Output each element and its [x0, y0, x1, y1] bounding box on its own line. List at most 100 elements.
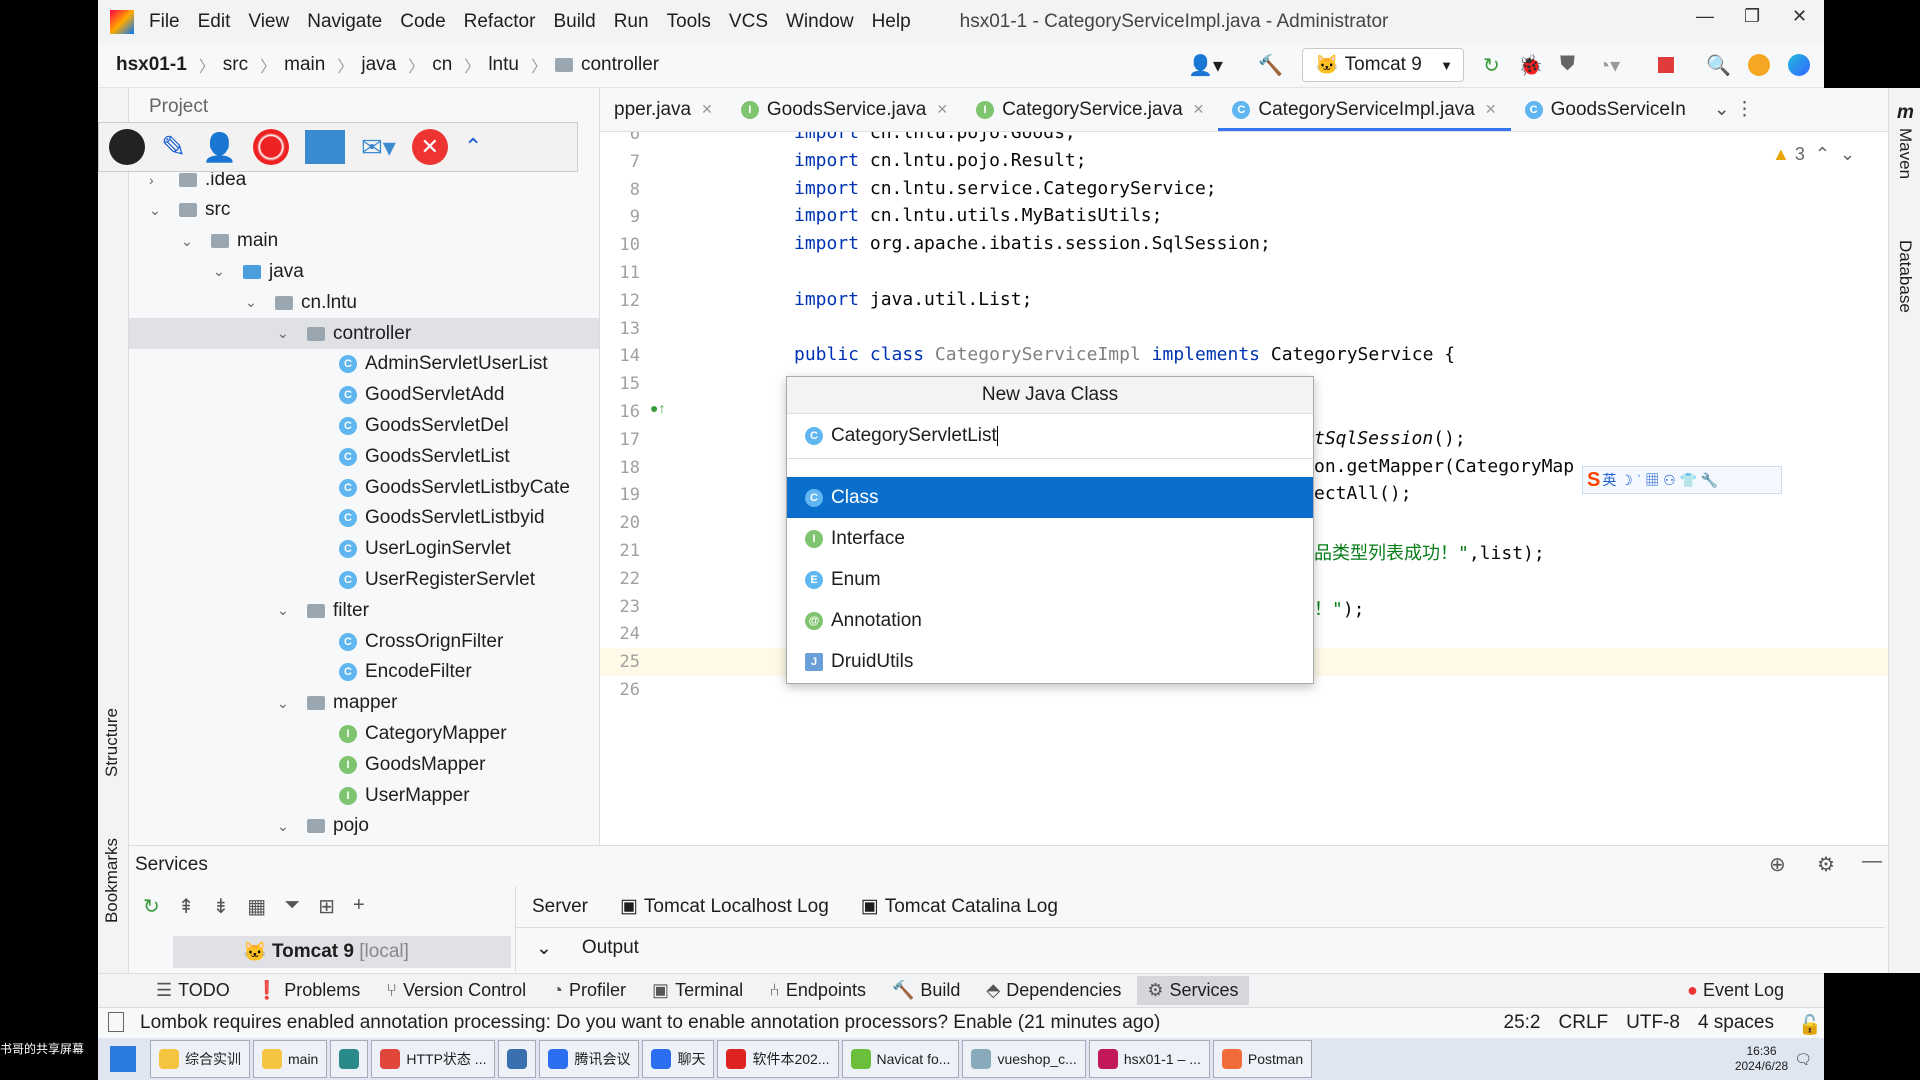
structure-tool-button[interactable]: Structure	[102, 708, 122, 777]
tree-item[interactable]: ⌄ pojo	[129, 811, 599, 842]
tree-item[interactable]: ⌄ filter	[129, 595, 599, 626]
bookmarks-tool-button[interactable]: Bookmarks	[102, 838, 122, 923]
profile-icon[interactable]: ◔▾	[1598, 53, 1620, 78]
editor-tab[interactable]: I GoodsService.java ✕	[727, 88, 962, 131]
service-tab[interactable]: Server	[516, 896, 604, 918]
clock-date[interactable]: 2024/6/28	[1735, 1059, 1788, 1073]
breadcrumb-item[interactable]: hsx01-1	[116, 54, 187, 76]
camera-icon[interactable]	[109, 129, 145, 165]
menu-navigate[interactable]: Navigate	[298, 11, 391, 33]
breadcrumb-item[interactable]: lntu	[488, 54, 519, 76]
tree-item[interactable]: C GoodsServletListbyid	[129, 503, 599, 534]
filter-icon[interactable]: ⏷	[284, 894, 300, 919]
menu-refactor[interactable]: Refactor	[455, 11, 545, 33]
close-tab-icon[interactable]: ✕	[1193, 101, 1205, 118]
presenter-icon[interactable]: 👤	[202, 131, 237, 164]
close-tab-icon[interactable]: ✕	[701, 101, 713, 118]
run-config-select[interactable]: 🐱 Tomcat 9 ▼	[1302, 48, 1464, 82]
plugin-icon[interactable]	[1788, 54, 1810, 76]
build-hammer-icon[interactable]: 🔨	[1258, 53, 1283, 78]
service-tree-item[interactable]: 🐱 Tomcat 9 [local]	[173, 936, 511, 968]
cursor-position[interactable]: 25:2	[1504, 1012, 1541, 1034]
tree-item[interactable]: C GoodsServletDel	[129, 410, 599, 441]
editor-tab[interactable]: I CategoryService.java ✕	[962, 88, 1218, 131]
tree-item[interactable]: C UserRegisterServlet	[129, 564, 599, 595]
menu-file[interactable]: File	[140, 11, 189, 33]
breadcrumb-item[interactable]: src	[223, 54, 248, 76]
tree-item[interactable]: C GoodsServletListbyCate	[129, 472, 599, 503]
editor-tab[interactable]: C CategoryServiceImpl.java ✕	[1218, 88, 1511, 131]
tree-item[interactable]: ⌄ main	[129, 226, 599, 257]
menu-help[interactable]: Help	[863, 11, 920, 33]
line-separator[interactable]: CRLF	[1559, 1012, 1609, 1034]
service-tab[interactable]: ▣ Tomcat Catalina Log	[845, 895, 1074, 918]
tool-window-problems[interactable]: ❗ Problems	[246, 976, 370, 1005]
breadcrumb-item[interactable]: java	[361, 54, 396, 76]
minimize-panel-icon[interactable]: —	[1862, 850, 1882, 873]
service-tab[interactable]: ▣ Tomcat Localhost Log	[604, 895, 845, 918]
start-icon[interactable]	[110, 1046, 136, 1072]
menu-run[interactable]: Run	[605, 11, 658, 33]
expand-all-icon[interactable]: ⇞	[178, 894, 195, 919]
update-icon[interactable]	[1748, 54, 1770, 76]
tree-item[interactable]: C UserLoginServlet	[129, 534, 599, 565]
chevron-down-icon[interactable]: ⌄	[277, 818, 289, 835]
debug-icon[interactable]: 🐞	[1518, 53, 1543, 78]
indent-setting[interactable]: 4 spaces	[1698, 1012, 1774, 1034]
chevron-down-icon[interactable]: ⌄	[536, 937, 552, 960]
taskbar-item[interactable]: Navicat fo...	[841, 1040, 960, 1078]
search-icon[interactable]: 🔍	[1706, 53, 1731, 78]
stop-icon[interactable]	[1658, 57, 1674, 73]
chevron-down-icon[interactable]: ⌄	[213, 263, 225, 280]
breadcrumb-item[interactable]: cn	[432, 54, 452, 76]
tree-item[interactable]: ⌄ controller	[129, 318, 599, 349]
minimize-button[interactable]: —	[1696, 6, 1714, 27]
tree-item[interactable]: I GoodsMapper	[129, 749, 599, 780]
close-button[interactable]: ✕	[1792, 6, 1807, 27]
taskbar-item[interactable]	[498, 1040, 537, 1078]
tree-item[interactable]: ⌄ java	[129, 256, 599, 287]
share-icon[interactable]: ✉▾	[361, 132, 396, 163]
rerun-icon[interactable]: ↻	[1483, 53, 1500, 78]
tree-item[interactable]: ⌄ cn.lntu	[129, 287, 599, 318]
close-tab-icon[interactable]: ✕	[936, 101, 948, 118]
add-service-icon[interactable]: ⊞	[318, 894, 335, 919]
ime-toolbar[interactable]: S 英 ☽ ʾ ▦ ⚇ 👕 🔧	[1582, 466, 1782, 494]
tree-item[interactable]: C GoodServletAdd	[129, 380, 599, 411]
clock-time[interactable]: 16:36	[1747, 1044, 1777, 1058]
close-tab-icon[interactable]: ✕	[1485, 101, 1497, 118]
screen-icon[interactable]	[305, 130, 346, 164]
tool-window-profiler[interactable]: ◔ Profiler	[542, 976, 636, 1005]
notification-icon[interactable]: 🗨	[1794, 1051, 1812, 1068]
taskbar-item[interactable]: HTTP状态 ...	[371, 1040, 496, 1078]
menu-view[interactable]: View	[239, 11, 298, 33]
tree-item[interactable]: ⌄ src	[129, 195, 599, 226]
tree-item[interactable]: C EncodeFilter	[129, 657, 599, 688]
popup-item-annotation[interactable]: @ Annotation	[787, 600, 1313, 641]
maven-tool-button[interactable]: Maven	[1895, 128, 1915, 179]
taskbar-item[interactable]: 聊天	[642, 1040, 715, 1078]
group-icon[interactable]: ▦	[247, 894, 266, 919]
lock-icon[interactable]: 🔓	[1798, 1013, 1822, 1037]
taskbar-item[interactable]: vueshop_c...	[962, 1040, 1086, 1078]
tool-window-endpoints[interactable]: ⑃ Endpoints	[759, 976, 876, 1005]
tree-item[interactable]: C GoodsServletList	[129, 441, 599, 472]
tree-item[interactable]: I UserMapper	[129, 780, 599, 811]
menu-vcs[interactable]: VCS	[720, 11, 777, 33]
refresh-icon[interactable]: ↻	[143, 894, 160, 919]
class-name-input[interactable]: C CategoryServletList	[787, 414, 1313, 459]
chevron-down-icon[interactable]: ⌄	[277, 325, 289, 342]
pen-icon[interactable]: ✎	[161, 130, 186, 165]
tool-window-services[interactable]: ⚙ Services	[1137, 976, 1249, 1005]
taskbar-item[interactable]	[330, 1040, 369, 1078]
implements-gutter-icon[interactable]: ●↑	[650, 400, 665, 416]
collapse-all-icon[interactable]: ⇟	[213, 894, 230, 919]
close-recording-icon[interactable]: ✕	[411, 129, 448, 165]
taskbar-item[interactable]: 综合实训	[150, 1040, 250, 1078]
database-tool-button[interactable]: Database	[1895, 240, 1915, 313]
collapse-icon[interactable]: ⌃	[464, 134, 482, 160]
menu-build[interactable]: Build	[544, 11, 604, 33]
chevron-down-icon[interactable]: ⌄	[277, 602, 289, 619]
taskbar-item[interactable]: hsx01-1 – ...	[1088, 1040, 1210, 1078]
event-log-button[interactable]: ● Event Log	[1687, 980, 1784, 1001]
